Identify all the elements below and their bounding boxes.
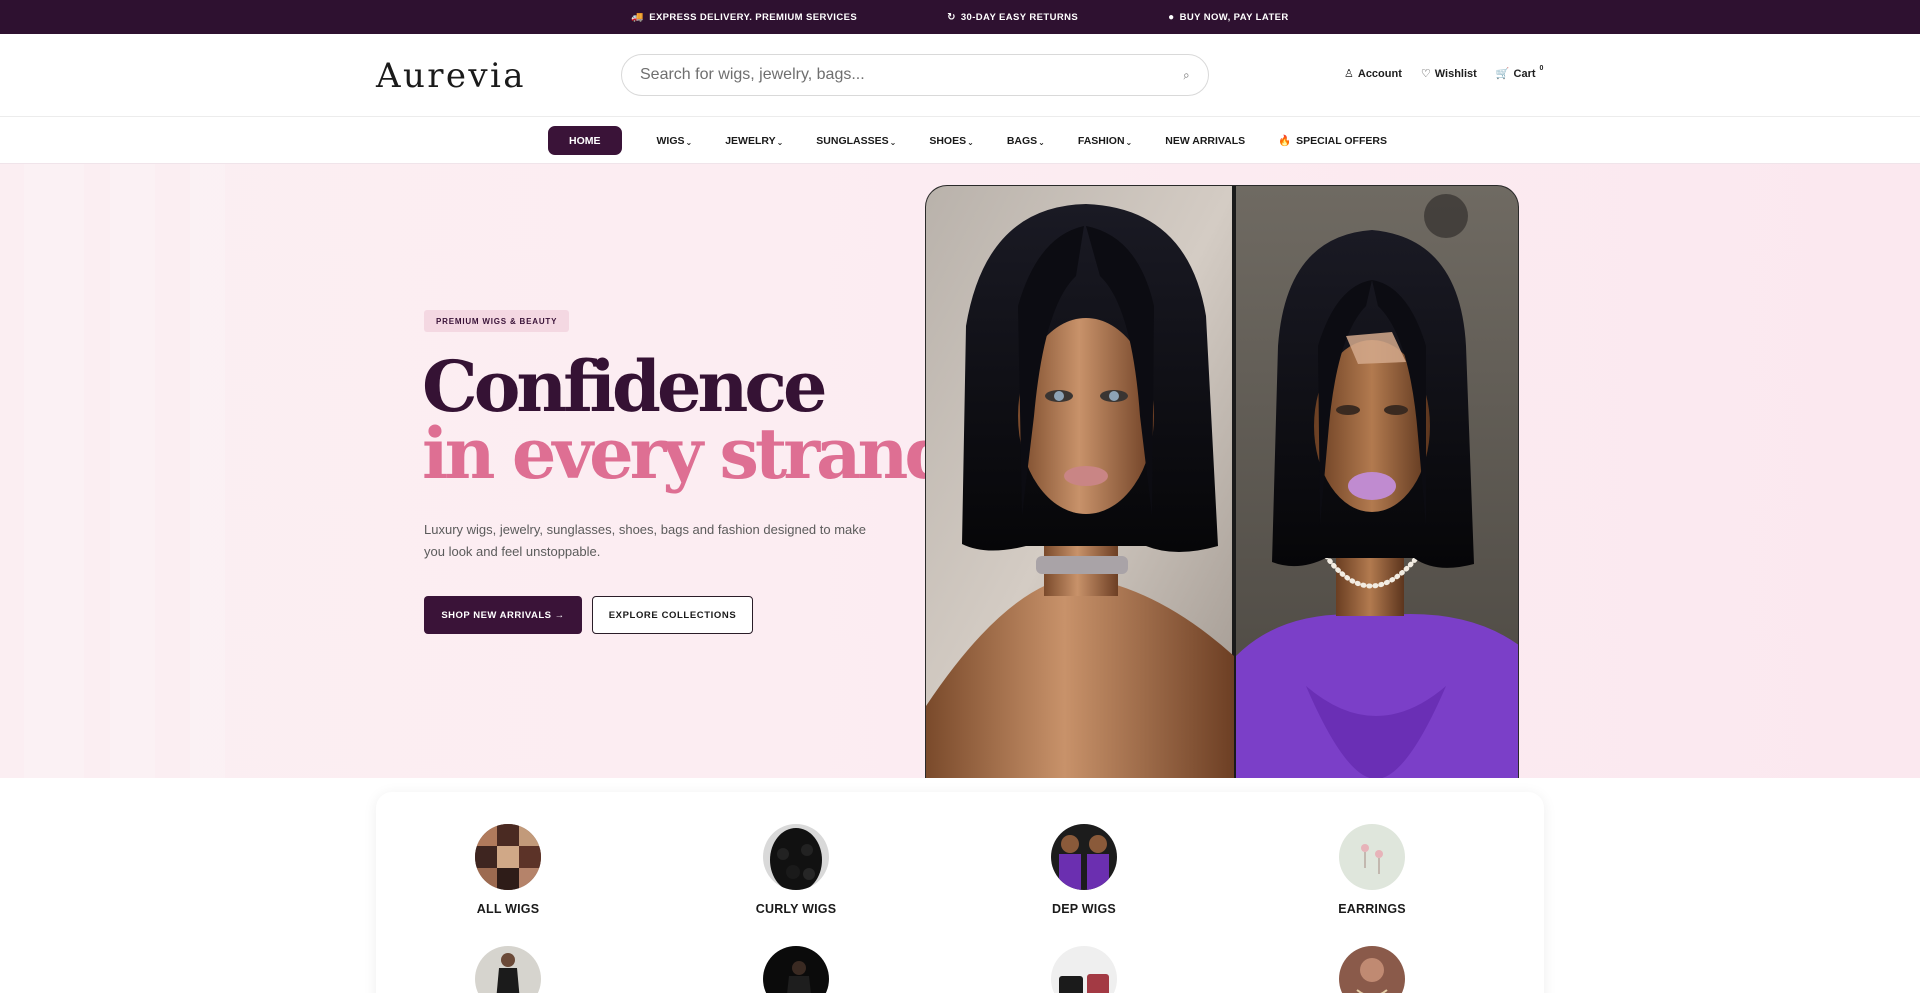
dress-thumbnail-icon [475, 946, 541, 993]
category-item[interactable] [428, 946, 588, 993]
truck-icon: 🚚 [631, 11, 645, 23]
explore-collections-button[interactable]: EXPLORE COLLECTIONS [592, 596, 753, 634]
nav-item-fashion[interactable]: FASHION ⌄ [1077, 134, 1133, 148]
category-thumbnail [763, 946, 829, 993]
nav-item-label: BAGS [1006, 134, 1038, 147]
nav-item-label: SUNGLASSES [816, 134, 889, 147]
cart-link[interactable]: 🛒 Cart 0 [1495, 65, 1544, 80]
wig-mannequins-illustration [926, 186, 1518, 778]
nav-item-label: SHOES [929, 134, 967, 147]
dep-wigs-thumbnail-icon [1051, 824, 1117, 890]
hero-background-stripe [24, 164, 84, 778]
logo[interactable]: Aurevia [376, 56, 526, 96]
category-label: DEP WIGS [1052, 902, 1116, 916]
nav-item-wigs[interactable]: WIGS ⌄ [656, 134, 693, 148]
search-icon[interactable]: ⌕ [1182, 67, 1191, 83]
category-item[interactable] [1004, 946, 1164, 993]
announcement-pay-later: ● BUY NOW, PAY LATER [1168, 12, 1289, 23]
category-label: EARRINGS [1338, 902, 1406, 916]
category-thumbnail [763, 824, 829, 890]
category-thumbnail [1339, 824, 1405, 890]
category-item[interactable] [1292, 946, 1452, 993]
nav-item-home[interactable]: HOME [548, 126, 622, 155]
category-curly-wigs[interactable]: CURLY WIGS [716, 824, 876, 916]
nav-item-bags[interactable]: BAGS ⌄ [1006, 134, 1045, 148]
announcement-text: 30-DAY EASY RETURNS [960, 11, 1079, 23]
nav-item-label: NEW ARRIVALS [1165, 134, 1246, 147]
user-icon: ♙ [1344, 68, 1354, 80]
earrings-thumbnail-icon [1339, 824, 1405, 890]
nav-item-special-offers[interactable]: 🔥 SPECIAL OFFERS [1278, 134, 1387, 148]
nav-item-sunglasses[interactable]: SUNGLASSES ⌄ [816, 134, 897, 148]
hero-headline-line2: in every strand [422, 412, 953, 495]
hero-badge: PREMIUM WIGS & BEAUTY [424, 310, 570, 332]
nav-item-label: WIGS [656, 134, 685, 147]
chevron-down-icon: ⌄ [776, 138, 784, 147]
announcement-express-delivery: 🚚 EXPRESS DELIVERY. PREMIUM SERVICES [631, 12, 857, 23]
dot-icon: ● [1168, 11, 1175, 23]
wishlist-link[interactable]: ♡ Wishlist [1420, 67, 1477, 81]
shop-new-arrivals-button[interactable]: SHOP NEW ARRIVALS → [424, 596, 582, 634]
cart-count-badge: 0 [1539, 65, 1544, 72]
nav-item-label: JEWELRY [725, 134, 776, 147]
account-link[interactable]: ♙ Account [1344, 67, 1402, 81]
hero-background-stripe [190, 164, 225, 778]
bags-thumbnail-icon [1051, 946, 1117, 993]
nav-item-shoes[interactable]: SHOES ⌄ [929, 134, 974, 148]
category-thumbnail [475, 946, 541, 993]
category-thumbnail [475, 824, 541, 890]
heart-icon: ♡ [1420, 68, 1431, 80]
main-nav: HOME WIGS ⌄ JEWELRY ⌄ SUNGLASSES ⌄ SHOES ⌄ B… [0, 117, 1920, 164]
wishlist-label: Wishlist [1434, 67, 1477, 80]
category-item[interactable] [716, 946, 876, 993]
site-header: Aurevia ⌕ ♙ Account ♡ Wishlist 🛒 Cart 0 [0, 34, 1920, 117]
jewelry-thumbnail-icon [1339, 946, 1405, 993]
announcement-returns: ↻ 30-DAY EASY RETURNS [947, 12, 1078, 23]
hero-section: PREMIUM WIGS & BEAUTY Confidence in ever… [0, 164, 1920, 778]
chevron-down-icon: ⌄ [967, 138, 974, 147]
chevron-down-icon: ⌄ [889, 138, 897, 147]
category-thumbnail [1339, 946, 1405, 993]
nav-item-new-arrivals[interactable]: NEW ARRIVALS [1165, 135, 1245, 147]
hero-description: Luxury wigs, jewelry, sunglasses, shoes,… [424, 522, 867, 559]
cart-label: Cart [1513, 67, 1536, 80]
chevron-down-icon: ⌄ [1125, 138, 1133, 147]
chevron-down-icon: ⌄ [1038, 138, 1045, 147]
nav-item-label: SPECIAL OFFERS [1296, 134, 1387, 147]
header-actions: ♙ Account ♡ Wishlist 🛒 Cart 0 [1344, 65, 1544, 81]
account-label: Account [1357, 67, 1402, 80]
curly-wigs-thumbnail-icon [763, 824, 829, 890]
hero-background-stripe [110, 164, 155, 778]
return-arrow-icon: ↻ [947, 11, 956, 23]
announcement-text: BUY NOW, PAY LATER [1179, 11, 1289, 23]
category-thumbnail [1051, 946, 1117, 993]
chevron-down-icon: ⌄ [685, 138, 693, 147]
category-dep-wigs[interactable]: DEP WIGS [1004, 824, 1164, 916]
category-label: ALL WIGS [476, 902, 540, 916]
nav-item-label: HOME [569, 134, 601, 147]
fashion-thumbnail-icon [763, 946, 829, 993]
hero-product-image [925, 185, 1519, 778]
nav-item-jewelry[interactable]: JEWELRY ⌄ [725, 134, 784, 148]
cart-icon: 🛒 [1495, 68, 1510, 80]
category-earrings[interactable]: EARRINGS [1292, 824, 1452, 916]
search-bar[interactable]: ⌕ [621, 54, 1209, 96]
category-label: CURLY WIGS [755, 902, 837, 916]
category-thumbnail [1051, 824, 1117, 890]
all-wigs-thumbnail-icon [475, 824, 541, 890]
nav-item-label: FASHION [1077, 134, 1125, 147]
search-input[interactable] [640, 66, 1184, 84]
category-panel: ALL WIGS CURLY WIGS DEP WIGS EARRINGS [376, 792, 1544, 993]
category-all-wigs[interactable]: ALL WIGS [428, 824, 588, 916]
nav-menu: HOME WIGS ⌄ JEWELRY ⌄ SUNGLASSES ⌄ SHOES ⌄ B… [548, 126, 1387, 155]
announcement-bar: 🚚 EXPRESS DELIVERY. PREMIUM SERVICES ↻ 3… [0, 0, 1920, 34]
fire-icon: 🔥 [1278, 135, 1292, 147]
announcement-text: EXPRESS DELIVERY. PREMIUM SERVICES [649, 11, 858, 23]
